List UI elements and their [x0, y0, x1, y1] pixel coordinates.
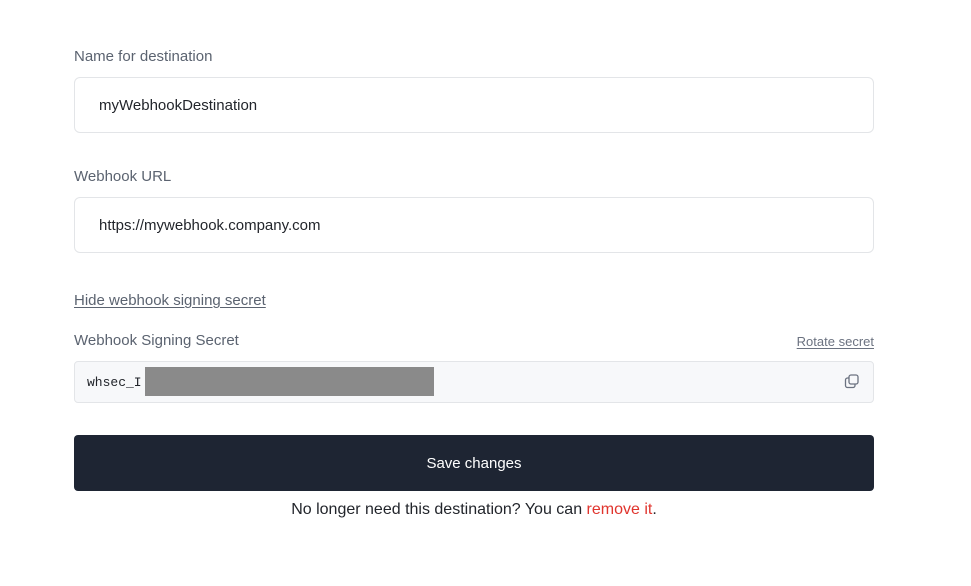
save-changes-button[interactable]: Save changes	[74, 435, 874, 491]
webhook-url-input[interactable]	[74, 197, 874, 253]
remove-destination-note: No longer need this destination? You can…	[74, 500, 874, 520]
signing-secret-field[interactable]: whsec_I	[74, 361, 874, 403]
remove-note-prefix: No longer need this destination? You can	[291, 501, 587, 518]
signing-secret-label: Webhook Signing Secret	[74, 332, 239, 349]
destination-name-input[interactable]	[74, 77, 874, 133]
copy-icon[interactable]	[843, 372, 861, 390]
secret-redaction	[145, 367, 434, 396]
remove-note-suffix: .	[652, 501, 657, 518]
destination-name-label: Name for destination	[74, 48, 213, 65]
signing-secret-value: whsec_I	[87, 375, 142, 390]
hide-secret-link[interactable]: Hide webhook signing secret	[74, 292, 266, 310]
remove-destination-link[interactable]: remove it	[587, 501, 653, 518]
webhook-url-label: Webhook URL	[74, 168, 172, 185]
rotate-secret-link[interactable]: Rotate secret	[797, 334, 874, 350]
